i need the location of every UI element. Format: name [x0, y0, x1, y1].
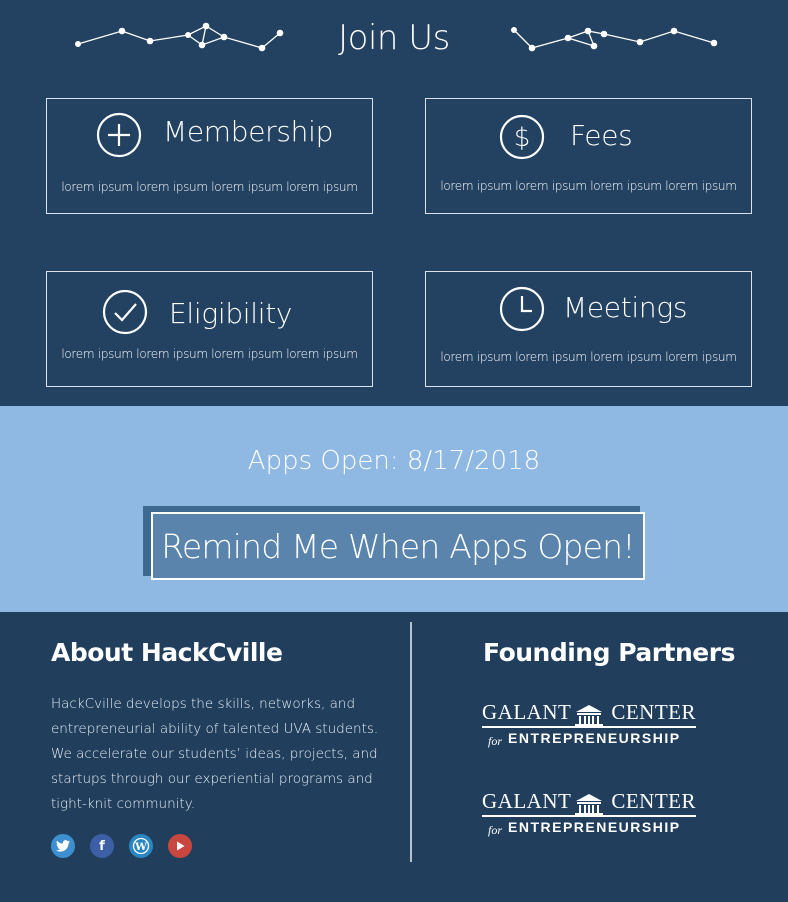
remind-me-button[interactable]: Remind Me When Apps Open! — [151, 512, 645, 580]
footer: About HackCville HackCville develops the… — [0, 612, 788, 902]
logo-rule — [482, 815, 696, 817]
card-title: Membership — [163, 115, 334, 148]
about-text: HackCville develops the skills, networks… — [51, 696, 379, 812]
footer-divider — [410, 622, 412, 862]
building-icon — [575, 794, 603, 815]
logo-entrepreneurship: ENTREPRENEURSHIP — [508, 730, 681, 746]
apps-section: Apps Open: 8/17/2018 Remind Me When Apps… — [0, 406, 788, 612]
card-desc: lorem ipsum lorem ipsum lorem ipsum lore… — [440, 179, 737, 193]
card-desc: lorem ipsum lorem ipsum lorem ipsum lore… — [61, 180, 358, 194]
logo-rule — [482, 726, 696, 728]
logo-word-galant: GALANT — [482, 700, 572, 724]
dollar-circle-icon: $ — [499, 114, 545, 160]
galant-center-logo[interactable]: GALANT CENTER for ENTREPRENEURSHIP — [482, 700, 696, 760]
svg-text:W: W — [134, 841, 147, 853]
card-title: Fees — [570, 119, 633, 152]
logo-word-galant: GALANT — [482, 789, 572, 813]
galant-center-logo[interactable]: GALANT CENTER for ENTREPRENEURSHIP — [482, 789, 696, 849]
svg-text:$: $ — [514, 123, 531, 153]
partners-title: Founding Partners — [483, 638, 735, 667]
logo-word-center: CENTER — [611, 700, 696, 724]
card-eligibility[interactable]: Eligibility lorem ipsum lorem ipsum lore… — [46, 271, 373, 387]
card-desc: lorem ipsum lorem ipsum lorem ipsum lore… — [440, 350, 737, 364]
twitter-icon[interactable] — [51, 834, 75, 858]
logo-for: for — [488, 823, 503, 837]
plus-circle-icon — [96, 112, 142, 158]
card-fees[interactable]: $ Fees lorem ipsum lorem ipsum lorem ips… — [425, 98, 752, 214]
join-section: Join Us Membership lorem ipsum lorem ips… — [0, 0, 788, 406]
apps-open-date: Apps Open: 8/17/2018 — [247, 446, 541, 476]
check-circle-icon — [102, 289, 148, 335]
building-icon — [575, 705, 603, 726]
clock-icon — [499, 286, 545, 332]
wordpress-icon[interactable]: W — [129, 834, 153, 858]
card-meetings[interactable]: Meetings lorem ipsum lorem ipsum lorem i… — [425, 271, 752, 387]
youtube-icon[interactable] — [168, 834, 192, 858]
card-desc: lorem ipsum lorem ipsum lorem ipsum lore… — [61, 347, 358, 361]
about-title: About HackCville — [51, 638, 283, 667]
constellation-right-icon — [511, 27, 718, 52]
facebook-icon[interactable]: f — [90, 834, 114, 858]
logo-word-center: CENTER — [611, 789, 696, 813]
facebook-glyph: f — [99, 838, 105, 854]
card-membership[interactable]: Membership lorem ipsum lorem ipsum lorem… — [46, 98, 373, 214]
logo-entrepreneurship: ENTREPRENEURSHIP — [508, 819, 681, 835]
card-title: Meetings — [563, 291, 688, 324]
card-title: Eligibility — [169, 297, 293, 330]
logo-for: for — [488, 734, 503, 748]
